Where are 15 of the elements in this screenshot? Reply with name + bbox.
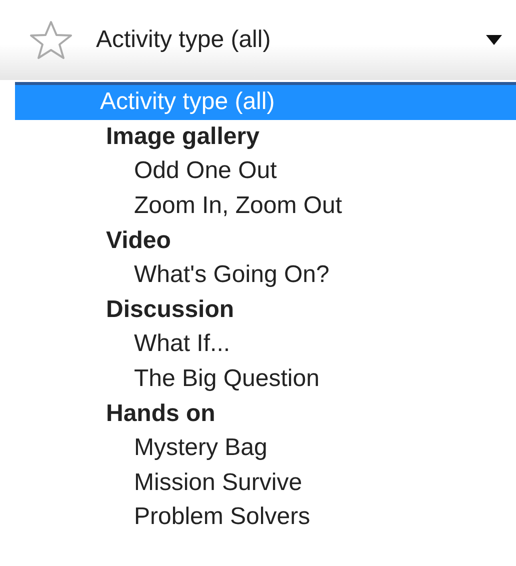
dropdown-option[interactable]: Mystery Bag	[15, 430, 516, 466]
dropdown-option[interactable]: Problem Solvers	[15, 500, 516, 535]
option-group-label: Image gallery	[105, 122, 260, 152]
dropdown-option[interactable]: Mission Survive	[15, 466, 516, 500]
option-group-label: Hands on	[105, 398, 216, 429]
star-icon[interactable]	[28, 20, 74, 60]
option-group-label: Discussion	[105, 294, 236, 325]
caret-icon[interactable]	[486, 35, 502, 45]
dropdown-option[interactable]: What If...	[15, 327, 516, 362]
dropdown-option[interactable]: The Big Question	[15, 362, 516, 396]
dropdown-option[interactable]: Odd One Out	[15, 154, 516, 189]
dropdown-option[interactable]: Zoom In, Zoom Out	[15, 188, 516, 224]
option-group-label: Video	[105, 226, 172, 256]
select-value: Activity type (all)	[96, 26, 272, 54]
dropdown-option[interactable]: What's Going On?	[15, 258, 516, 293]
